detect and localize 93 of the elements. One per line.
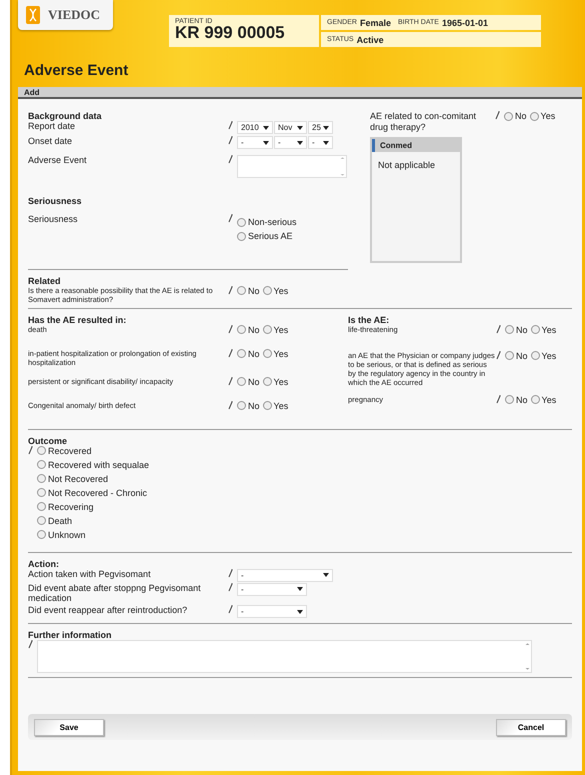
section-heading: Related — [28, 276, 62, 286]
caret-icon — [263, 126, 269, 130]
radio-option[interactable]: No — [237, 286, 260, 296]
conmed-title: Conmed — [372, 138, 460, 152]
radio-option[interactable]: Death — [37, 516, 150, 526]
radio-option[interactable]: Yes — [530, 111, 556, 121]
radio-option[interactable]: Not Recovered - Chronic — [37, 488, 150, 498]
caret-icon — [297, 126, 303, 130]
section-heading: Further information — [28, 630, 112, 640]
radio-option[interactable]: Not Recovered — [37, 474, 150, 484]
caret-icon — [323, 126, 329, 130]
pencil-icon[interactable] — [228, 214, 233, 223]
question-label: Did event abate after stoppng Pegvisomant medication — [28, 582, 202, 604]
dropdown[interactable]: Nov — [274, 121, 307, 134]
question-label: Did event reappear after reintroduction? — [28, 605, 188, 616]
radio-option[interactable]: No — [237, 324, 260, 335]
field-label: Report date — [28, 121, 76, 132]
radio-option[interactable]: Unknown — [37, 530, 150, 540]
section-heading: Seriousness — [28, 196, 83, 206]
field-label: Onset date — [28, 136, 74, 147]
section-heading: Outcome — [28, 436, 68, 446]
pencil-icon[interactable] — [496, 394, 501, 404]
field-value: 1965-01-01 — [442, 18, 488, 28]
radio-option[interactable]: Yes — [262, 324, 288, 335]
page-title: Adverse Event — [24, 62, 130, 81]
dropdown[interactable]: - — [274, 136, 307, 149]
section-heading: Is the AE: — [348, 314, 390, 325]
section-heading: Background data — [28, 111, 103, 121]
logo-text: VIEDOC — [48, 7, 100, 23]
field-value: Active — [356, 34, 384, 44]
caret-icon — [297, 140, 303, 144]
logo-icon — [26, 6, 40, 24]
panel-title: Add — [18, 87, 582, 99]
caret-icon — [263, 140, 269, 144]
conmed-text: Not applicable — [377, 158, 436, 172]
radio-option[interactable]: Yes — [262, 348, 288, 359]
cancel-button[interactable]: Cancel — [496, 718, 566, 736]
radio-option[interactable]: Yes — [262, 286, 288, 296]
pencil-icon[interactable] — [228, 582, 233, 592]
field-label: Adverse Event — [28, 155, 88, 166]
field-value: Female — [360, 18, 391, 28]
pencil-icon[interactable] — [228, 568, 233, 578]
radio-option[interactable]: No — [237, 376, 260, 387]
dropdown[interactable]: - — [237, 582, 307, 596]
radio-option[interactable]: Yes — [530, 350, 556, 361]
section-heading: Has the AE resulted in: — [28, 314, 128, 325]
radio-option[interactable]: Yes — [262, 400, 288, 411]
radio-option[interactable]: No — [505, 350, 528, 361]
dropdown[interactable]: 2010 — [237, 121, 273, 134]
radio-option[interactable]: Recovering — [37, 502, 150, 512]
pencil-icon[interactable] — [228, 348, 233, 358]
pencil-icon[interactable] — [28, 640, 33, 650]
field-label: Seriousness — [28, 214, 79, 225]
pencil-icon[interactable] — [495, 111, 500, 120]
section-heading: Action: — [28, 558, 60, 569]
pencil-icon[interactable] — [228, 400, 233, 410]
caret-icon — [323, 573, 329, 578]
pencil-icon[interactable] — [28, 446, 33, 455]
caret-icon — [323, 140, 329, 144]
question-label: AE related to con-comitant drug therapy? — [370, 111, 478, 133]
radio-option[interactable]: No — [505, 394, 528, 405]
scrollbar-icon — [524, 641, 531, 672]
radio-option[interactable]: Yes — [262, 376, 288, 387]
pencil-icon[interactable] — [496, 324, 501, 334]
pencil-icon[interactable] — [228, 155, 233, 164]
dropdown[interactable]: - — [237, 136, 273, 149]
pencil-icon[interactable] — [228, 136, 233, 145]
save-button[interactable]: Save — [34, 718, 104, 736]
dropdown[interactable]: - — [308, 136, 333, 149]
pencil-icon[interactable] — [496, 350, 501, 360]
dropdown[interactable]: 25 — [308, 121, 333, 134]
pencil-icon[interactable] — [228, 376, 233, 386]
caret-icon — [297, 587, 303, 592]
radio-option[interactable]: No — [504, 111, 527, 121]
pencil-icon[interactable] — [228, 286, 233, 295]
pencil-icon[interactable] — [228, 121, 233, 130]
radio-option[interactable]: Yes — [530, 324, 556, 335]
pencil-icon[interactable] — [228, 605, 233, 614]
radio-option[interactable]: Yes — [530, 394, 556, 405]
patient-id: KR 999 00005 — [175, 25, 286, 41]
question-label: Action taken with Pegvisomant — [28, 568, 152, 580]
radio-option[interactable]: Recovered with sequalae — [37, 460, 150, 470]
radio-option[interactable]: Recovered — [37, 446, 150, 456]
radio-option[interactable]: Non-serious — [237, 217, 297, 227]
radio-option[interactable]: No — [237, 400, 260, 411]
radio-option[interactable]: No — [237, 348, 260, 359]
caret-icon — [297, 610, 303, 614]
scrollbar-icon — [339, 156, 346, 177]
pencil-icon[interactable] — [228, 324, 233, 334]
radio-option[interactable]: Serious AE — [237, 231, 297, 241]
radio-option[interactable]: No — [505, 324, 528, 335]
dropdown[interactable]: - — [237, 568, 333, 582]
dropdown[interactable]: - — [237, 605, 307, 618]
